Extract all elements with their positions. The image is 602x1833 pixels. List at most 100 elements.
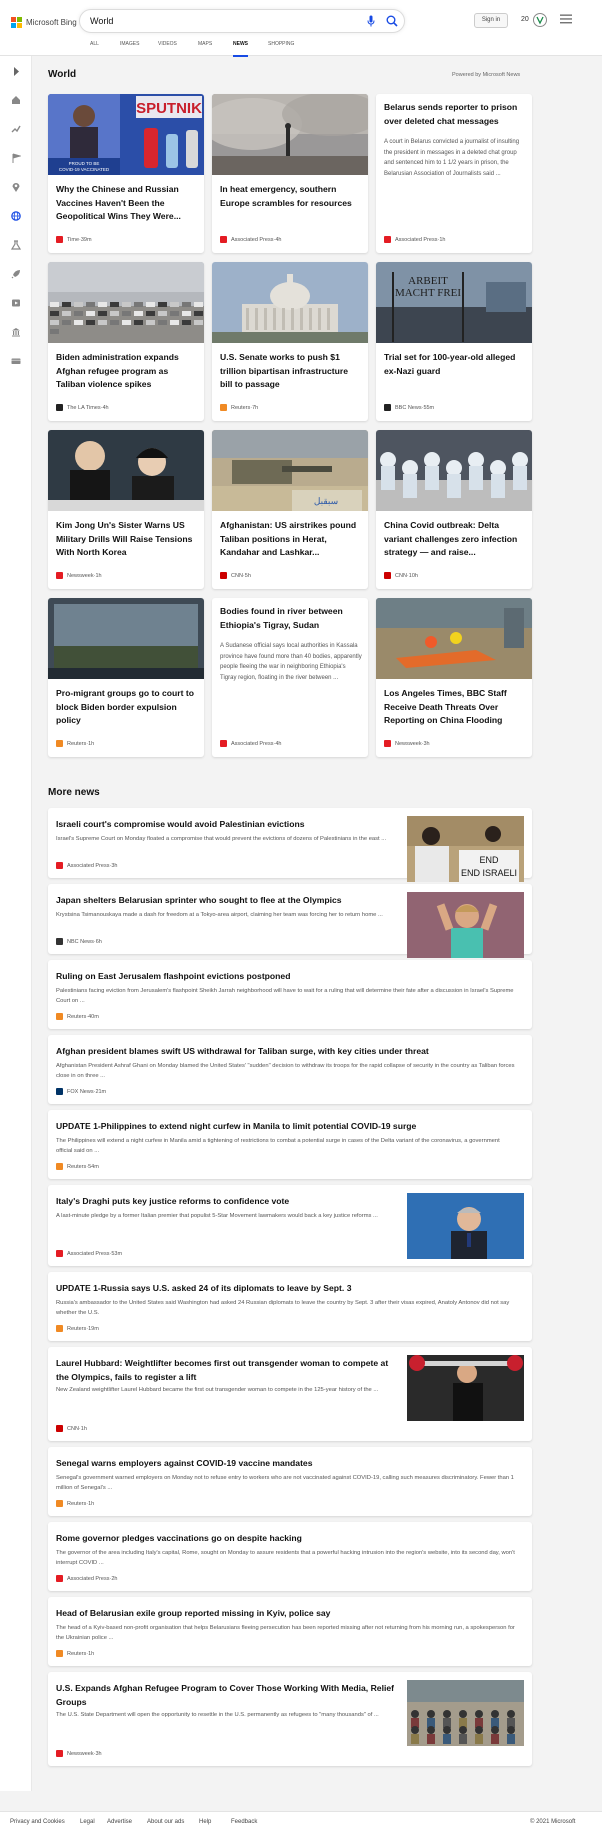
news-card-provider[interactable]: Associated Press · 4h <box>220 236 281 243</box>
more-news-provider[interactable]: Reuters · 40m <box>56 1013 99 1020</box>
card-image[interactable]: ARBEITMACHT FREI <box>376 262 532 343</box>
news-card-title[interactable]: Why the Chinese and Russian Vaccines Hav… <box>56 183 198 224</box>
more-news-title[interactable]: Afghan president blames swift US withdra… <box>56 1045 516 1059</box>
more-news-title[interactable]: Italy's Draghi puts key justice reforms … <box>56 1195 396 1209</box>
card-image[interactable] <box>376 598 532 679</box>
home-icon[interactable] <box>9 93 23 107</box>
location-icon[interactable] <box>9 180 23 194</box>
footer-link-privacy-and-cookies[interactable]: Privacy and Cookies <box>10 1819 65 1825</box>
news-item-image[interactable] <box>407 892 524 958</box>
more-news-provider[interactable]: Associated Press · 3h <box>56 862 117 869</box>
more-news-title[interactable]: Rome governor pledges vaccinations go on… <box>56 1532 516 1546</box>
more-news-title[interactable]: Senegal warns employers against COVID-19… <box>56 1457 516 1471</box>
tab-videos[interactable]: VIDEOS <box>158 42 177 58</box>
news-card[interactable]: Biden administration expands Afghan refu… <box>48 262 204 421</box>
globe-icon[interactable] <box>9 209 23 223</box>
news-card-title[interactable]: Trial set for 100-year-old alleged ex-Na… <box>384 351 526 378</box>
news-card[interactable]: China Covid outbreak: Delta variant chal… <box>376 430 532 589</box>
footer-link-about-our-ads[interactable]: About our ads <box>147 1819 184 1825</box>
card-image[interactable] <box>212 262 368 343</box>
microphone-icon[interactable] <box>367 15 375 27</box>
news-card-title[interactable]: Afghanistan: US airstrikes pound Taliban… <box>220 519 362 560</box>
news-item-image[interactable] <box>407 1680 524 1746</box>
news-card[interactable]: ARBEIT MACHT FREI Trial set for 100-year-o… <box>376 262 532 421</box>
rewards-count[interactable]: 20 <box>521 16 529 23</box>
more-news-item[interactable]: Italy's Draghi puts key justice reforms … <box>48 1185 532 1266</box>
news-item-image[interactable] <box>407 1193 524 1259</box>
more-news-title[interactable]: Israeli court's compromise would avoid P… <box>56 818 396 832</box>
news-card-title[interactable]: Los Angeles Times, BBC Staff Receive Dea… <box>384 687 526 728</box>
money-icon[interactable] <box>9 354 23 368</box>
more-news-item[interactable]: Rome governor pledges vaccinations go on… <box>48 1522 532 1591</box>
rewards-icon[interactable] <box>532 12 548 28</box>
tab-all[interactable]: ALL <box>90 42 99 58</box>
news-card-title[interactable]: U.S. Senate works to push $1 trillion bi… <box>220 351 362 392</box>
politics-icon[interactable] <box>9 325 23 339</box>
more-news-title[interactable]: Head of Belarusian exile group reported … <box>56 1607 516 1621</box>
more-news-title[interactable]: Japan shelters Belarusian sprinter who s… <box>56 894 396 908</box>
news-card[interactable]: In heat emergency, southern Europe scram… <box>212 94 368 253</box>
news-card[interactable]: U.S. Senate works to push $1 trillion bi… <box>212 262 368 421</box>
more-news-item[interactable]: Ruling on East Jerusalem flashpoint evic… <box>48 960 532 1029</box>
news-card-title[interactable]: Pro-migrant groups go to court to block … <box>56 687 198 728</box>
card-image[interactable]: سبقبل <box>212 430 368 511</box>
more-news-item[interactable]: U.S. Expands Afghan Refugee Program to C… <box>48 1672 532 1766</box>
card-image[interactable] <box>376 430 532 511</box>
more-news-item[interactable]: Japan shelters Belarusian sprinter who s… <box>48 884 532 958</box>
footer-link-help[interactable]: Help <box>199 1819 211 1825</box>
card-image[interactable] <box>48 430 204 511</box>
more-news-item[interactable]: UPDATE 1-Philippines to extend night cur… <box>48 1110 532 1179</box>
tab-shopping[interactable]: SHOPPING <box>268 42 294 58</box>
more-news-provider[interactable]: Reuters · 54m <box>56 1163 99 1170</box>
news-card-provider[interactable]: BBC News · 55m <box>384 404 434 411</box>
news-card-title[interactable]: China Covid outbreak: Delta variant chal… <box>384 519 526 560</box>
more-news-item[interactable]: Israeli court's compromise would avoid P… <box>48 808 532 882</box>
news-card-provider[interactable]: Newsweek · 3h <box>384 740 430 747</box>
expand-arrow-icon[interactable] <box>9 64 23 78</box>
news-card[interactable]: Bodies found in river between Ethiopia's… <box>212 598 368 757</box>
more-news-provider[interactable]: CNN · 1h <box>56 1425 87 1432</box>
search-input[interactable] <box>90 10 340 32</box>
sign-in-button[interactable]: Sign in <box>474 13 508 28</box>
more-news-item[interactable]: UPDATE 1-Russia says U.S. asked 24 of it… <box>48 1272 532 1341</box>
more-news-provider[interactable]: Reuters · 1h <box>56 1650 94 1657</box>
rocket-icon[interactable] <box>9 267 23 281</box>
more-news-title[interactable]: UPDATE 1-Russia says U.S. asked 24 of it… <box>56 1282 516 1296</box>
more-news-provider[interactable]: Reuters · 1h <box>56 1500 94 1507</box>
entertainment-icon[interactable] <box>9 296 23 310</box>
news-card[interactable]: SPUTNIK PROUD TO BE COVID-19 VACCINATED Why… <box>48 94 204 253</box>
card-image[interactable] <box>212 94 368 175</box>
news-card-title[interactable]: Kim Jong Un's Sister Warns US Military D… <box>56 519 198 560</box>
more-news-title[interactable]: U.S. Expands Afghan Refugee Program to C… <box>56 1682 396 1709</box>
tab-maps[interactable]: MAPS <box>198 42 212 58</box>
card-image[interactable]: SPUTNIK PROUD TO BECOVID-19 VACCINATED <box>48 94 204 175</box>
more-news-provider[interactable]: Associated Press · 2h <box>56 1575 117 1582</box>
more-news-provider[interactable]: Reuters · 19m <box>56 1325 99 1332</box>
hamburger-menu-icon[interactable] <box>560 14 572 24</box>
card-image[interactable] <box>48 262 204 343</box>
more-news-item[interactable]: Afghan president blames swift US withdra… <box>48 1035 532 1104</box>
more-news-provider[interactable]: Newsweek · 3h <box>56 1750 102 1757</box>
footer-link-legal[interactable]: Legal <box>80 1819 95 1825</box>
news-card-provider[interactable]: Newsweek · 1h <box>56 572 102 579</box>
tab-news[interactable]: NEWS <box>233 42 248 58</box>
news-card-title[interactable]: Bodies found in river between Ethiopia's… <box>220 605 362 632</box>
news-card-provider[interactable]: CNN · 5h <box>220 572 251 579</box>
news-card-provider[interactable]: Associated Press · 1h <box>384 236 445 243</box>
news-card[interactable]: سبقبل Afghanistan: US airstrikes pound Ta… <box>212 430 368 589</box>
footer-link-feedback[interactable]: Feedback <box>231 1819 257 1825</box>
news-card-provider[interactable]: Associated Press · 4h <box>220 740 281 747</box>
news-item-image[interactable]: END END ISRAELI <box>407 816 524 882</box>
tab-images[interactable]: IMAGES <box>120 42 139 58</box>
more-news-item[interactable]: Laurel Hubbard: Weightlifter becomes fir… <box>48 1347 532 1441</box>
news-card-provider[interactable]: Time · 39m <box>56 236 92 243</box>
more-news-provider[interactable]: NBC News · 6h <box>56 938 102 945</box>
search-icon[interactable] <box>386 15 398 27</box>
news-card-title[interactable]: Belarus sends reporter to prison over de… <box>384 101 526 128</box>
powered-by-label[interactable]: Powered by Microsoft News <box>452 72 520 78</box>
more-news-title[interactable]: Ruling on East Jerusalem flashpoint evic… <box>56 970 516 984</box>
trending-icon[interactable] <box>9 122 23 136</box>
more-news-title[interactable]: Laurel Hubbard: Weightlifter becomes fir… <box>56 1357 396 1384</box>
news-card-provider[interactable]: Reuters · 1h <box>56 740 94 747</box>
flag-icon[interactable] <box>9 151 23 165</box>
